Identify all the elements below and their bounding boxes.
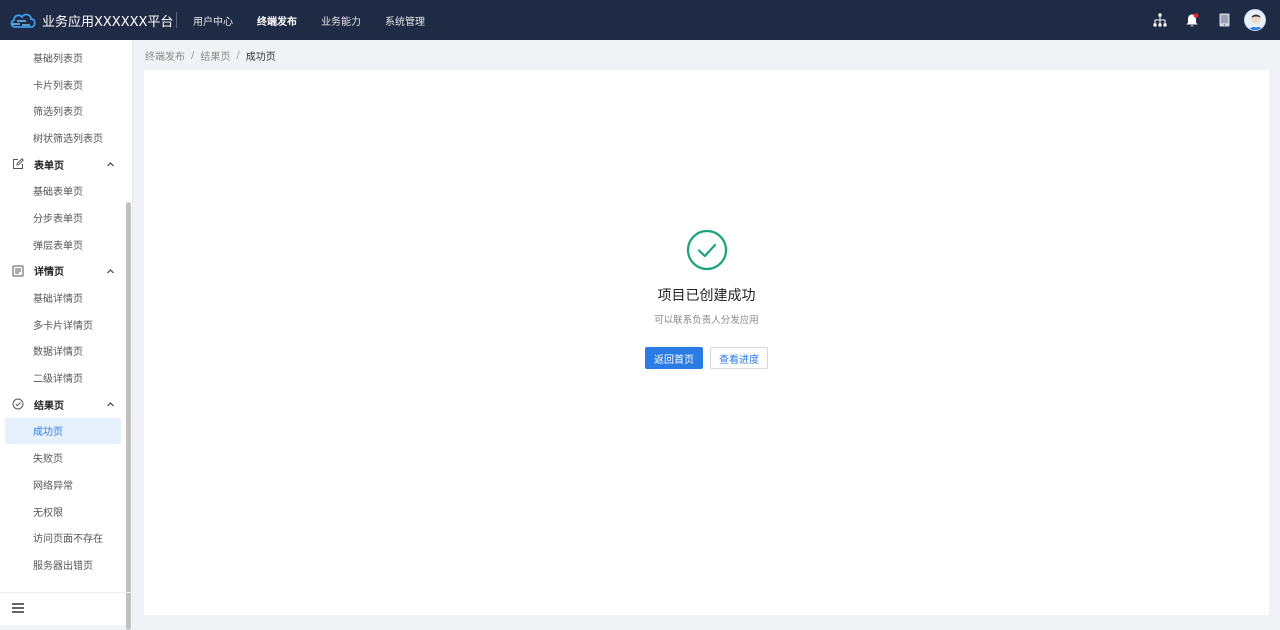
sidebar-item-network-error[interactable]: 网络异常 bbox=[5, 471, 121, 498]
sidebar-group-label: 结果页 bbox=[34, 400, 64, 412]
sidebar-item-secondary-detail[interactable]: 二级详情页 bbox=[5, 364, 121, 391]
breadcrumb: 终端发布 / 结果页 / 成功页 bbox=[145, 48, 276, 63]
back-home-button[interactable]: 返回首页 bbox=[645, 347, 703, 369]
sidebar-group-form[interactable]: 表单页 bbox=[0, 151, 133, 178]
app-title: 业务应用XXXXXX平台 bbox=[42, 14, 174, 30]
top-bar: 业务应用XXXXXX平台 用户中心 终端发布 业务能力 系统管理 bbox=[0, 0, 1280, 40]
sidebar-item-basic-form[interactable]: 基础表单页 bbox=[5, 177, 121, 204]
sidebar-scrollbar[interactable] bbox=[126, 202, 131, 630]
sidebar-group-detail[interactable]: 详情页 bbox=[0, 258, 133, 285]
breadcrumb-separator: / bbox=[236, 49, 240, 61]
sidebar: 基础列表页 卡片列表页 筛选列表页 树状筛选列表页 表单页 基础表单页 分步表单… bbox=[0, 40, 133, 630]
bell-icon[interactable] bbox=[1176, 0, 1208, 40]
breadcrumb-item[interactable]: 终端发布 bbox=[145, 48, 185, 63]
document-icon bbox=[12, 264, 26, 278]
sidebar-item-basic-list[interactable]: 基础列表页 bbox=[5, 44, 121, 71]
sidebar-item-step-form[interactable]: 分步表单页 bbox=[5, 204, 121, 231]
sidebar-item-server-error[interactable]: 服务器出错页 bbox=[5, 551, 121, 578]
nav-business-capability[interactable]: 业务能力 bbox=[309, 0, 373, 40]
cloud-logo-icon bbox=[8, 10, 38, 30]
sidebar-item-multi-card-detail[interactable]: 多卡片详情页 bbox=[5, 311, 121, 338]
result-description: 可以联系负责人分发应用 bbox=[654, 315, 759, 326]
success-check-icon bbox=[686, 229, 728, 271]
sidebar-item-data-detail[interactable]: 数据详情页 bbox=[5, 338, 121, 365]
tablet-icon[interactable] bbox=[1208, 0, 1240, 40]
sidebar-item-no-permission[interactable]: 无权限 bbox=[5, 498, 121, 525]
edit-icon bbox=[12, 157, 26, 171]
nav-system-management[interactable]: 系统管理 bbox=[373, 0, 437, 40]
sidebar-item-fail-page[interactable]: 失败页 bbox=[5, 444, 121, 471]
nav-user-center[interactable]: 用户中心 bbox=[181, 0, 245, 40]
sidebar-item-filter-list[interactable]: 筛选列表页 bbox=[5, 97, 121, 124]
chevron-up-icon bbox=[106, 160, 115, 169]
check-circle-icon bbox=[12, 397, 26, 411]
sidebar-footer bbox=[0, 592, 133, 625]
sidebar-group-result[interactable]: 结果页 bbox=[0, 391, 133, 418]
topbar-divider bbox=[176, 12, 177, 28]
sidebar-item-tree-filter-list[interactable]: 树状筛选列表页 bbox=[5, 124, 121, 151]
breadcrumb-current: 成功页 bbox=[245, 51, 276, 63]
content-panel: 项目已创建成功 可以联系负责人分发应用 返回首页 查看进度 bbox=[144, 70, 1269, 615]
result-block: 项目已创建成功 可以联系负责人分发应用 返回首页 查看进度 bbox=[144, 229, 1269, 369]
sidebar-item-card-list[interactable]: 卡片列表页 bbox=[5, 71, 121, 98]
sidebar-item-basic-detail[interactable]: 基础详情页 bbox=[5, 284, 121, 311]
chevron-up-icon bbox=[106, 400, 115, 409]
sidebar-menu: 基础列表页 卡片列表页 筛选列表页 树状筛选列表页 表单页 基础表单页 分步表单… bbox=[0, 40, 133, 595]
menu-icon[interactable] bbox=[12, 602, 24, 616]
top-nav: 用户中心 终端发布 业务能力 系统管理 bbox=[181, 0, 437, 40]
chevron-up-icon bbox=[106, 267, 115, 276]
result-actions: 返回首页 查看进度 bbox=[645, 347, 768, 369]
sidebar-item-modal-form[interactable]: 弹层表单页 bbox=[5, 231, 121, 258]
sidebar-group-label: 表单页 bbox=[34, 160, 64, 172]
breadcrumb-separator: / bbox=[191, 49, 195, 61]
brand[interactable]: 业务应用XXXXXX平台 bbox=[0, 10, 176, 30]
sidebar-item-success-page[interactable]: 成功页 bbox=[5, 417, 121, 445]
view-progress-button[interactable]: 查看进度 bbox=[710, 347, 768, 369]
nav-terminal-publish[interactable]: 终端发布 bbox=[245, 0, 309, 40]
sidebar-group-label: 详情页 bbox=[34, 267, 64, 279]
result-title: 项目已创建成功 bbox=[657, 288, 756, 304]
avatar[interactable] bbox=[1244, 9, 1266, 31]
sidebar-item-not-found[interactable]: 访问页面不存在 bbox=[5, 524, 121, 551]
org-tree-icon[interactable] bbox=[1144, 0, 1176, 40]
top-right-actions bbox=[1144, 0, 1280, 40]
breadcrumb-item[interactable]: 结果页 bbox=[200, 48, 230, 63]
